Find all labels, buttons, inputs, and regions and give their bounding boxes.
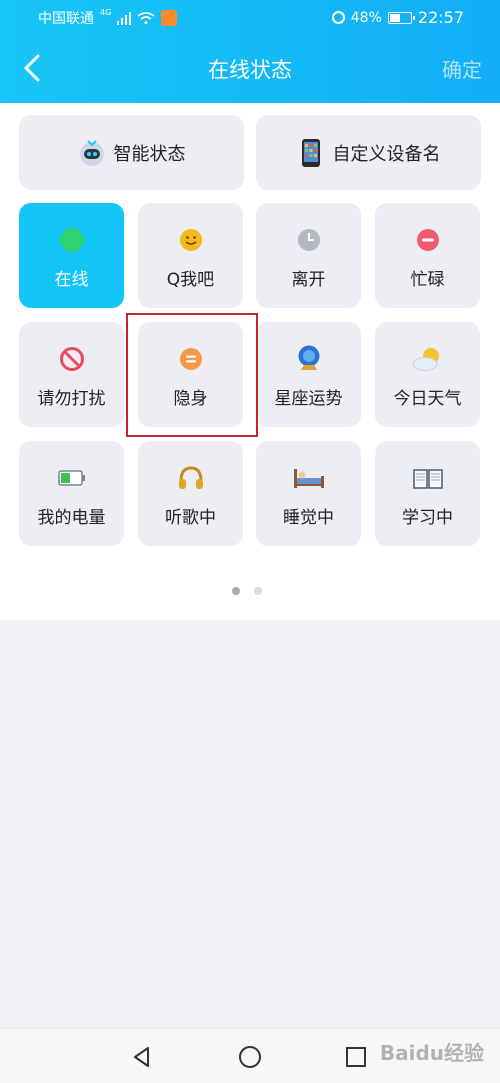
network-type: 4G bbox=[100, 8, 112, 17]
smart-status-label: 智能状态 bbox=[113, 143, 186, 165]
book-icon bbox=[412, 469, 443, 489]
robot-icon bbox=[78, 139, 106, 167]
status-tile-label: 星座运势 bbox=[274, 389, 343, 409]
status-tile-online[interactable]: 在线 bbox=[19, 203, 124, 308]
status-tile-horoscope[interactable]: 星座运势 bbox=[256, 322, 361, 427]
status-tile-do-not-disturb[interactable]: 请勿打扰 bbox=[19, 322, 124, 427]
status-tile-label: 忙碌 bbox=[410, 270, 445, 290]
header: 中国联通 4G 48% 22:57 在线状态 确定 bbox=[0, 0, 500, 103]
status-tile-label: 睡觉中 bbox=[283, 508, 334, 528]
confirm-button[interactable]: 确定 bbox=[442, 54, 482, 83]
battery-percent: 48% bbox=[350, 9, 382, 26]
status-tile-label: 在线 bbox=[54, 270, 89, 290]
status-tile-label: 听歌中 bbox=[165, 508, 216, 528]
no-entry-icon bbox=[59, 347, 84, 371]
wifi-icon bbox=[137, 12, 155, 24]
smile-icon bbox=[179, 229, 202, 251]
status-tile-label: 离开 bbox=[291, 270, 326, 290]
page-indicator bbox=[232, 587, 262, 595]
status-tile-weather[interactable]: 今日天气 bbox=[375, 322, 480, 427]
status-tile-busy[interactable]: 忙碌 bbox=[375, 203, 480, 308]
phone-icon bbox=[297, 138, 325, 167]
watermark: Baidu经验 bbox=[379, 1041, 484, 1065]
alarm-icon bbox=[331, 11, 345, 24]
page-title: 在线状态 bbox=[208, 58, 292, 82]
clock-icon bbox=[297, 229, 320, 251]
custom-device-name-button[interactable]: 自定义设备名 bbox=[256, 115, 481, 190]
app-notification-icon bbox=[161, 10, 178, 26]
status-tile-battery[interactable]: 我的电量 bbox=[19, 441, 124, 546]
status-tile-label: 学习中 bbox=[402, 508, 453, 528]
nav-back-icon[interactable] bbox=[130, 1045, 154, 1069]
title-bar: 在线状态 确定 bbox=[0, 34, 500, 103]
status-tile-away[interactable]: 离开 bbox=[256, 203, 361, 308]
headphones-icon bbox=[178, 466, 203, 489]
status-tile-listening[interactable]: 听歌中 bbox=[138, 441, 243, 546]
battery-icon bbox=[387, 11, 415, 24]
status-bar: 中国联通 4G 48% 22:57 bbox=[0, 0, 500, 34]
nav-home-icon[interactable] bbox=[238, 1045, 262, 1069]
status-tile-label: 我的电量 bbox=[37, 508, 106, 528]
status-tile-label: Q我吧 bbox=[166, 270, 215, 290]
status-tile-label: 请勿打扰 bbox=[37, 389, 106, 409]
signal-icon bbox=[117, 11, 132, 25]
page-dot bbox=[254, 587, 262, 595]
status-tile-sleeping[interactable]: 睡觉中 bbox=[256, 441, 361, 546]
green-dot-icon bbox=[59, 228, 84, 252]
bed-icon bbox=[293, 469, 324, 488]
crystal-ball-icon bbox=[298, 345, 319, 370]
clock-time: 22:57 bbox=[417, 8, 464, 27]
page-dot-active bbox=[232, 587, 240, 595]
minus-circle-icon bbox=[416, 229, 439, 251]
smart-status-button[interactable]: 智能状态 bbox=[19, 115, 244, 190]
carrier-name: 中国联通 bbox=[38, 11, 94, 27]
system-nav-bar: Baidu经验 bbox=[0, 1028, 500, 1083]
status-tile-label: 隐身 bbox=[173, 389, 208, 409]
battery-icon bbox=[57, 470, 85, 486]
nav-recents-icon[interactable] bbox=[344, 1045, 368, 1069]
status-tile-studying[interactable]: 学习中 bbox=[375, 441, 480, 546]
status-tile-label: 今日天气 bbox=[393, 389, 462, 409]
status-panel: 智能状态 自定义设备名 在线 Q我吧 离开 忙碌 请勿打扰 隐身 星座运势 今日… bbox=[0, 103, 500, 620]
status-tile-q-me[interactable]: Q我吧 bbox=[138, 203, 243, 308]
status-tile-invisible[interactable]: 隐身 bbox=[138, 322, 243, 427]
custom-device-name-label: 自定义设备名 bbox=[332, 143, 441, 165]
weather-icon bbox=[412, 348, 439, 371]
equals-circle-icon bbox=[179, 348, 202, 370]
